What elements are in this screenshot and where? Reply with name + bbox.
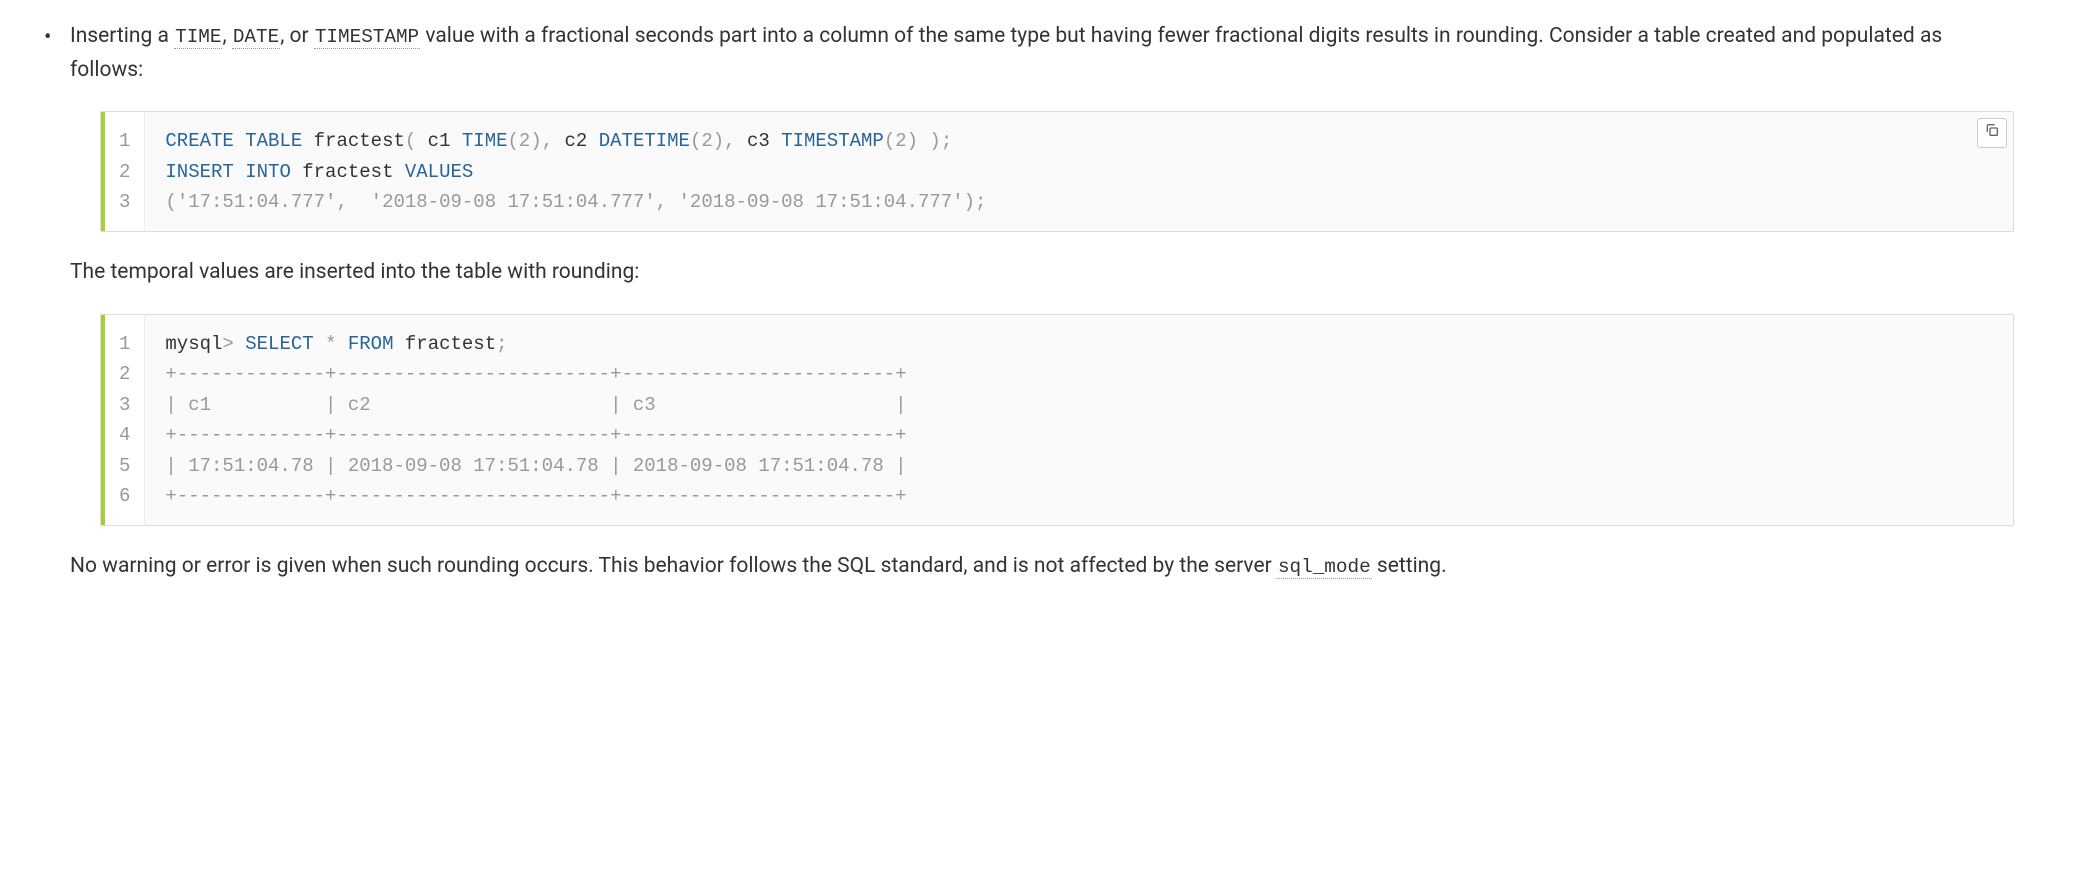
line-number: 5	[119, 451, 130, 481]
op: >	[222, 333, 233, 355]
kw: SELECT	[245, 333, 313, 355]
op: *	[325, 333, 336, 355]
punct: ,	[656, 191, 679, 213]
ident: c1	[416, 130, 462, 152]
line-number: 1	[119, 329, 130, 359]
line-gutter: 1 2 3	[105, 112, 145, 231]
kw: CREATE	[165, 130, 233, 152]
table-header: | c1 | c2 | c3 |	[165, 390, 1993, 420]
punct: ;	[496, 333, 507, 355]
punct: ,	[336, 191, 370, 213]
table-border: +-------------+------------------------+…	[165, 359, 1993, 389]
inline-code-date: DATE	[232, 26, 280, 49]
num: 2	[701, 130, 712, 152]
table-row: | 17:51:04.78 | 2018-09-08 17:51:04.78 |…	[165, 451, 1993, 481]
ident: c2	[553, 130, 599, 152]
bullet-paragraph: Inserting a TIME, DATE, or TIMESTAMP val…	[40, 20, 2014, 87]
line-number: 3	[119, 390, 130, 420]
str: '2018-09-08 17:51:04.777'	[679, 191, 964, 213]
num: 2	[895, 130, 906, 152]
copy-button[interactable]	[1977, 118, 2007, 148]
ident: fractest	[314, 130, 405, 152]
paragraph: No warning or error is given when such r…	[40, 550, 2014, 584]
num: 2	[519, 130, 530, 152]
punct: (	[405, 130, 416, 152]
punct: (	[508, 130, 519, 152]
copy-icon	[1984, 116, 2000, 150]
code-block-create: 1 2 3 CREATE TABLE fractest( c1 TIME(2),…	[100, 111, 2014, 232]
punct: (	[165, 191, 176, 213]
ident: fractest	[302, 161, 393, 183]
text: , or	[280, 24, 314, 48]
str: '17:51:04.777'	[177, 191, 337, 213]
type: TIMESTAMP	[781, 130, 884, 152]
kw: TABLE	[245, 130, 302, 152]
line-number: 2	[119, 359, 130, 389]
inline-code-sqlmode: sql_mode	[1277, 556, 1372, 579]
type: DATETIME	[599, 130, 690, 152]
kw: VALUES	[405, 161, 473, 183]
ident: c3	[736, 130, 782, 152]
punct: ),	[713, 130, 736, 152]
line-number: 2	[119, 157, 130, 187]
table-border: +-------------+------------------------+…	[165, 420, 1993, 450]
line-number: 6	[119, 481, 130, 511]
punct: );	[964, 191, 987, 213]
text: ,	[222, 24, 231, 48]
kw: FROM	[348, 333, 394, 355]
ident: fractest	[405, 333, 496, 355]
type: TIME	[462, 130, 508, 152]
code-content[interactable]: mysql> SELECT * FROM fractest; +---------…	[145, 315, 2013, 525]
punct: (	[884, 130, 895, 152]
code-content[interactable]: CREATE TABLE fractest( c1 TIME(2), c2 DA…	[145, 112, 2013, 231]
inline-code-timestamp: TIMESTAMP	[314, 26, 420, 49]
text: setting.	[1372, 554, 1447, 578]
kw: INTO	[245, 161, 291, 183]
punct: ) );	[907, 130, 953, 152]
punct: ),	[530, 130, 553, 152]
punct: (	[690, 130, 701, 152]
line-number: 4	[119, 420, 130, 450]
text: No warning or error is given when such r…	[70, 554, 1277, 578]
str: '2018-09-08 17:51:04.777'	[371, 191, 656, 213]
paragraph: The temporal values are inserted into th…	[40, 256, 2014, 290]
table-border: +-------------+------------------------+…	[165, 481, 1993, 511]
line-number: 3	[119, 187, 130, 217]
ident: mysql	[165, 333, 222, 355]
text: Inserting a	[70, 24, 174, 48]
inline-code-time: TIME	[174, 26, 222, 49]
line-gutter: 1 2 3 4 5 6	[105, 315, 145, 525]
code-block-select: 1 2 3 4 5 6 mysql> SELECT * FROM fractes…	[100, 314, 2014, 526]
kw: INSERT	[165, 161, 233, 183]
line-number: 1	[119, 126, 130, 156]
